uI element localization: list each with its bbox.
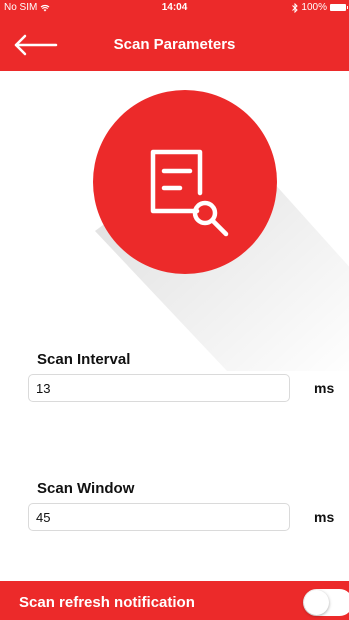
nav-bar: Scan Parameters (0, 17, 349, 71)
hero-illustration (0, 71, 349, 371)
battery-percent: 100% (301, 2, 327, 13)
scan-refresh-label: Scan refresh notification (19, 594, 195, 611)
scan-window-input[interactable] (28, 503, 290, 531)
icon-circle (93, 90, 277, 274)
status-right: 100% (292, 2, 348, 13)
scan-interval-label: Scan Interval (37, 351, 131, 368)
scan-interval-unit: ms (314, 380, 335, 396)
scan-refresh-bar: Scan refresh notification (0, 581, 349, 620)
scan-window-label: Scan Window (37, 480, 135, 497)
scan-refresh-toggle[interactable] (303, 589, 349, 616)
bluetooth-icon (292, 2, 299, 13)
scan-parameters-screen: No SIM 14:04 100% Scan Parameters Scan I… (0, 0, 349, 620)
scan-window-unit: ms (314, 509, 335, 525)
scan-interval-input[interactable] (28, 374, 290, 402)
status-bar: No SIM 14:04 100% (0, 0, 349, 17)
battery-icon (330, 4, 348, 11)
page-title: Scan Parameters (113, 36, 236, 53)
hero-svg (93, 90, 349, 371)
toggle-knob (304, 590, 329, 615)
